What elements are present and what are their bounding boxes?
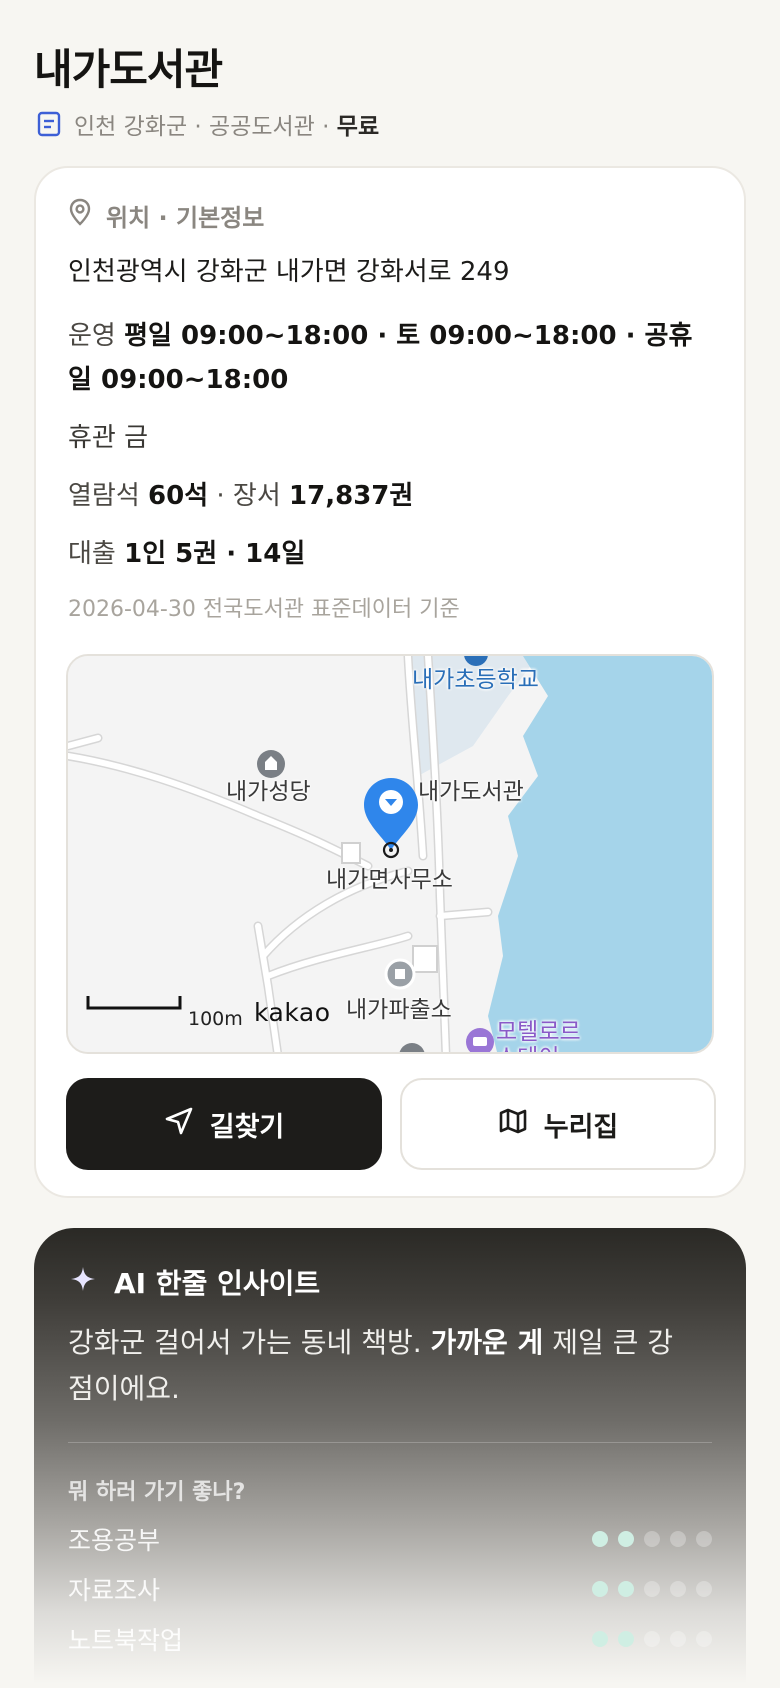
use-case-name: 조용공부: [68, 1526, 161, 1555]
loan-value: 1인 5권 · 14일: [124, 539, 306, 569]
map-label-police: 내가파출소: [346, 997, 452, 1023]
info-section-title: 위치 · 기본정보: [106, 203, 265, 232]
books-label: · 장서: [208, 481, 290, 511]
use-case-rating: [592, 1581, 712, 1597]
use-case-name: 자료조사: [68, 1576, 161, 1605]
closed-days: 휴관 금: [68, 416, 708, 460]
library-detail-page: 내가도서관 인천 강화군 · 공공도서관 · 무료 위치 · 기본정보 인천광역…: [0, 0, 780, 1688]
ai-text-highlight: 가까운 게: [430, 1326, 544, 1359]
rating-dot: [670, 1581, 686, 1597]
sparkle-icon: [70, 1266, 96, 1299]
fee-badge: 무료: [336, 114, 380, 140]
ai-text-part-1: 강화군 걸어서 가는 동네 책방.: [68, 1326, 431, 1359]
use-case-question: 뭐 하러 가기 좋나?: [68, 1480, 246, 1505]
hours-value: 평일 09:00~18:00 · 토 09:00~18:00 · 공휴일 09:…: [68, 321, 693, 395]
document-icon: [36, 110, 62, 138]
library-region: 인천 강화군 · 공공도서관 ·: [74, 114, 337, 140]
closed-label: 휴관: [68, 423, 116, 453]
hours-label: 운영: [68, 321, 116, 351]
seats-value: 60석: [148, 481, 209, 511]
info-card: 위치 · 기본정보 인천광역시 강화군 내가면 강화서로 249 운영 평일 0…: [34, 166, 746, 1198]
homepage-button[interactable]: 누리집: [400, 1078, 716, 1170]
rating-dot: [696, 1631, 712, 1647]
page-title: 내가도서관: [34, 45, 223, 94]
divider: [68, 1442, 712, 1443]
rating-dot: [670, 1631, 686, 1647]
use-case-rating: [592, 1531, 712, 1547]
map-icon: [498, 1106, 528, 1143]
ai-insight-header: AI 한줄 인사이트: [70, 1262, 320, 1302]
map-label-motel-line2: 스테이: [496, 1038, 559, 1052]
ai-insight-card: AI 한줄 인사이트 강화군 걸어서 가는 동네 책방. 가까운 게 제일 큰 …: [34, 1228, 746, 1688]
map-label-school: 내가초등학교: [412, 667, 539, 693]
address: 인천광역시 강화군 내가면 강화서로 249: [68, 257, 510, 287]
map-label-library: 내가도서관: [418, 779, 524, 805]
closed-value: 금: [124, 423, 149, 453]
rating-dot: [592, 1581, 608, 1597]
use-case-row: 노트북작업: [68, 1622, 712, 1656]
homepage-label: 누리집: [543, 1111, 619, 1143]
loan-label: 대출: [68, 539, 116, 569]
rating-dot: [644, 1531, 660, 1547]
info-section-header: 위치 · 기본정보: [68, 198, 264, 232]
use-case-row: 조용공부: [68, 1522, 712, 1556]
rating-dot: [644, 1581, 660, 1597]
use-case-row: 자료조사: [68, 1572, 712, 1606]
use-case-name: 노트북작업: [68, 1626, 184, 1655]
library-meta: 인천 강화군 · 공공도서관 · 무료: [36, 106, 379, 142]
data-basis-note: 2026-04-30 전국도서관 표준데이터 기준: [68, 597, 460, 622]
rating-dot: [618, 1581, 634, 1597]
rating-dot: [618, 1631, 634, 1647]
directions-label: 길찾기: [209, 1111, 285, 1143]
ai-insight-title: AI 한줄 인사이트: [114, 1267, 321, 1300]
seats-label: 열람석: [68, 481, 140, 511]
rating-dot: [696, 1531, 712, 1547]
rating-dot: [670, 1531, 686, 1547]
rating-dot: [644, 1631, 660, 1647]
rating-dot: [618, 1531, 634, 1547]
map-scale-label: 100m: [188, 1008, 243, 1030]
books-value: 17,837권: [289, 481, 414, 511]
rating-dot: [696, 1581, 712, 1597]
location-pin-icon: [68, 198, 92, 232]
kakao-logo: kakao: [254, 998, 331, 1027]
seats-and-books: 열람석 60석 · 장서 17,837권: [68, 474, 708, 518]
loan-policy: 대출 1인 5권 · 14일: [68, 532, 708, 576]
map-label-church: 내가성당: [226, 779, 311, 805]
map-label-office: 내가면사무소: [326, 867, 453, 893]
rating-dot: [592, 1631, 608, 1647]
ai-insight-text: 강화군 걸어서 가는 동네 책방. 가까운 게 제일 큰 강점이에요.: [68, 1320, 688, 1412]
location-map[interactable]: 내가초등학교 내가성당 내가도서관 내가면사무소 내가파출소 모텔로르 스테이 …: [66, 654, 714, 1054]
directions-button[interactable]: 길찾기: [66, 1078, 382, 1170]
opening-hours: 운영 평일 09:00~18:00 · 토 09:00~18:00 · 공휴일 …: [68, 314, 708, 402]
rating-dot: [592, 1531, 608, 1547]
navigation-arrow-icon: [164, 1106, 194, 1143]
use-case-rating: [592, 1631, 712, 1647]
